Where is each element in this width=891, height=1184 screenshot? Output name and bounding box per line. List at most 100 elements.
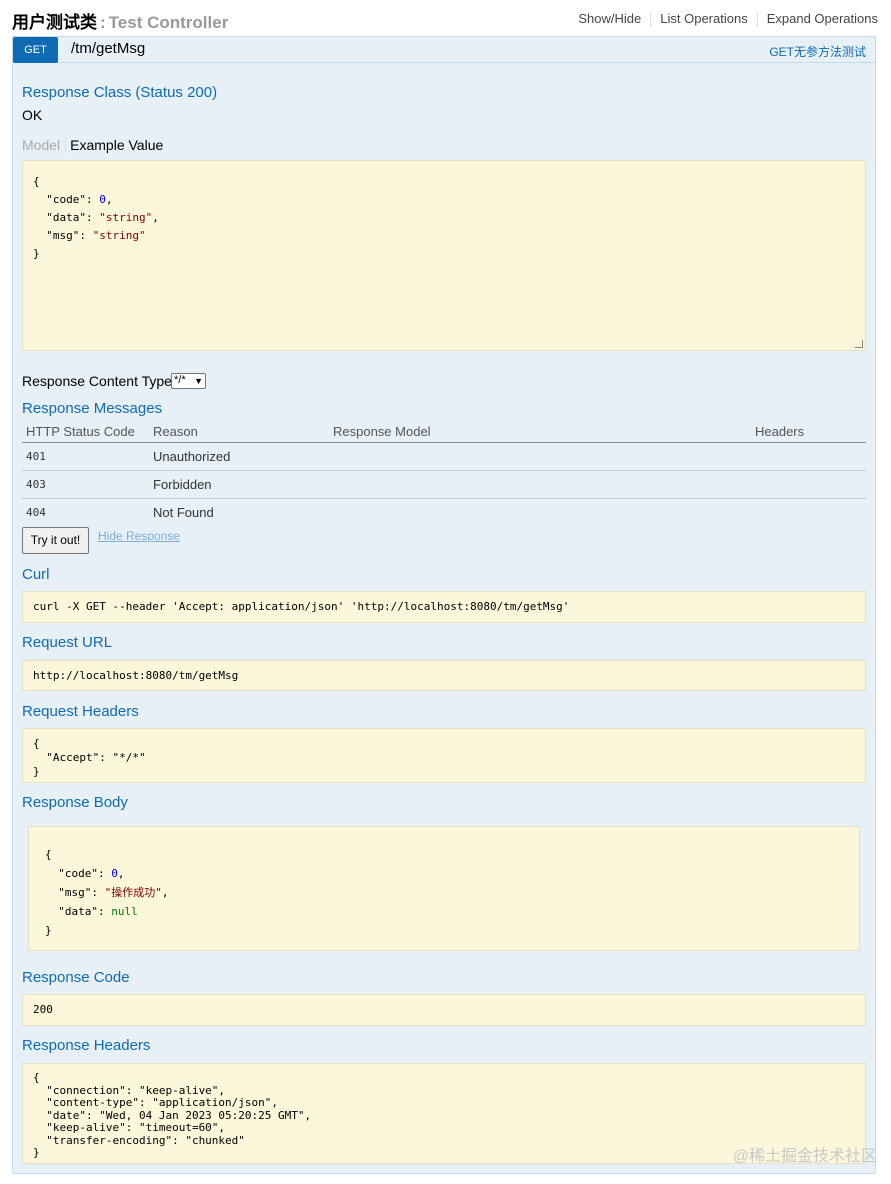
code-key: { [33, 175, 40, 188]
code-key: "msg": [45, 886, 105, 899]
code-line: "code": 0, [45, 864, 843, 883]
code-line: "msg": "string" [33, 227, 855, 245]
col-http-status-code: HTTP Status Code [22, 422, 149, 443]
code-line: } [45, 921, 843, 940]
request-headers-line: "Accept": "*/*" [33, 751, 146, 764]
response-headers-line: "keep-alive": "timeout=60", [33, 1121, 226, 1134]
code-value: null [111, 905, 138, 918]
headers-cell [751, 442, 866, 471]
status-code-cell: 404 [26, 505, 46, 519]
code-value: 0 [99, 193, 106, 206]
http-method-badge[interactable]: GET [13, 37, 58, 63]
code-value: "string" [99, 211, 153, 224]
code-line: "code": 0, [33, 191, 855, 209]
code-key: } [45, 924, 52, 937]
tab-example-value[interactable]: Example Value [66, 137, 163, 153]
curl-heading: Curl [22, 566, 50, 583]
response-class-value: OK [22, 107, 43, 123]
table-header-row: HTTP Status Code Reason Response Model H… [22, 422, 866, 443]
code-key: "data": [45, 905, 112, 918]
hide-response-link[interactable]: Hide Response [98, 529, 180, 543]
table-row: 401 Unauthorized [22, 442, 866, 471]
headers-cell [751, 470, 866, 499]
code-key: "msg": [33, 229, 93, 242]
watermark: @稀土掘金技术社区 [732, 1148, 877, 1165]
response-headers-line: } [33, 1146, 40, 1159]
status-code-cell: 401 [22, 442, 149, 471]
response-messages-heading: Response Messages [22, 400, 163, 417]
reason-cell: Not Found [153, 504, 214, 520]
resource-title[interactable]: 用户测试类: Test Controller [12, 8, 228, 33]
reason-cell: Forbidden [149, 470, 329, 499]
code-line: "data": "string", [33, 209, 855, 227]
code-punct: , [161, 886, 169, 899]
table-row: 403 Forbidden [22, 470, 866, 499]
code-punct: , [105, 193, 113, 206]
request-url-heading: Request URL [22, 634, 113, 651]
operation-heading[interactable]: GET /tm/getMsg GET无参方法测试 [13, 37, 875, 63]
code-line: { [33, 173, 855, 191]
resource-header: 用户测试类: Test Controller Show/Hide List Ope… [12, 6, 878, 33]
code-punct: , [152, 211, 159, 224]
code-line: { [45, 845, 843, 864]
code-value: "string" [92, 229, 146, 242]
content-type-select[interactable]: */* ▼ [171, 373, 206, 389]
try-it-out-button[interactable]: Try it out! [22, 527, 89, 554]
resource-title-cn: 用户测试类 [12, 13, 97, 32]
list-operations-link[interactable]: List Operations [650, 12, 756, 26]
col-headers: Headers [751, 422, 866, 443]
response-body-box: { "code": 0, "msg": "操作成功", "data": null… [28, 826, 860, 951]
col-reason: Reason [149, 422, 329, 443]
request-headers-line: } [33, 765, 40, 778]
operation-path[interactable]: /tm/getMsg [71, 40, 145, 57]
example-value-textarea[interactable]: { "code": 0, "data": "string", "msg": "s… [22, 160, 866, 351]
code-value: "操作成功" [104, 886, 162, 899]
code-key: "data": [33, 211, 100, 224]
content-type-label: Response Content Type [22, 373, 172, 389]
request-url-box: http://localhost:8080/tm/getMsg [22, 660, 866, 691]
chevron-down-icon: ▼ [194, 376, 203, 386]
status-code-cell: 403 [22, 470, 149, 499]
model-tabs: Model Example Value [22, 137, 163, 153]
code-key: } [33, 247, 40, 260]
curl-box: curl -X GET --header 'Accept: applicatio… [22, 591, 866, 623]
code-key: "code": [45, 867, 112, 880]
code-line: } [33, 245, 855, 263]
col-response-model: Response Model [329, 422, 751, 443]
request-headers-box: { "Accept": "*/*" } [22, 728, 866, 783]
response-model-cell [329, 470, 751, 499]
response-headers-line: { [33, 1071, 40, 1084]
response-code-heading: Response Code [22, 969, 130, 986]
code-key: "code": [33, 193, 100, 206]
content-type-selected: */* [174, 374, 186, 386]
response-headers-line: "content-type": "application/json", [33, 1096, 279, 1109]
response-code-value: 200 [33, 1003, 53, 1016]
resource-title-en: Test Controller [108, 13, 229, 32]
code-line: "data": null [45, 902, 843, 921]
response-body-heading: Response Body [22, 794, 128, 811]
code-punct: , [117, 867, 125, 880]
response-code-box: 200 [22, 994, 866, 1026]
response-headers-heading: Response Headers [22, 1037, 151, 1054]
code-line: "msg": "操作成功", [45, 883, 843, 902]
code-value: 0 [111, 867, 118, 880]
request-headers-line: { [33, 737, 40, 750]
operation-panel: GET /tm/getMsg GET无参方法测试 Response Class … [12, 36, 876, 1174]
resize-handle[interactable] [855, 340, 863, 348]
request-url-value: http://localhost:8080/tm/getMsg [33, 669, 239, 682]
table-row: 404 Not Found [22, 498, 866, 526]
response-model-cell [329, 498, 751, 526]
title-separator: : [100, 13, 106, 32]
show-hide-link[interactable]: Show/Hide [569, 12, 650, 26]
resource-links: Show/Hide List Operations Expand Operati… [569, 12, 878, 26]
tab-model[interactable]: Model [22, 137, 67, 153]
response-class-heading: Response Class (Status 200) [22, 84, 218, 101]
request-headers-heading: Request Headers [22, 703, 139, 720]
curl-command: curl -X GET --header 'Accept: applicatio… [33, 600, 570, 613]
expand-operations-link[interactable]: Expand Operations [756, 12, 878, 26]
operation-summary[interactable]: GET无参方法测试 [769, 43, 866, 60]
response-model-cell [329, 442, 751, 471]
response-messages-table: HTTP Status Code Reason Response Model H… [22, 422, 866, 526]
response-headers-line: "transfer-encoding": "chunked" [33, 1133, 245, 1147]
code-key: { [45, 848, 52, 861]
